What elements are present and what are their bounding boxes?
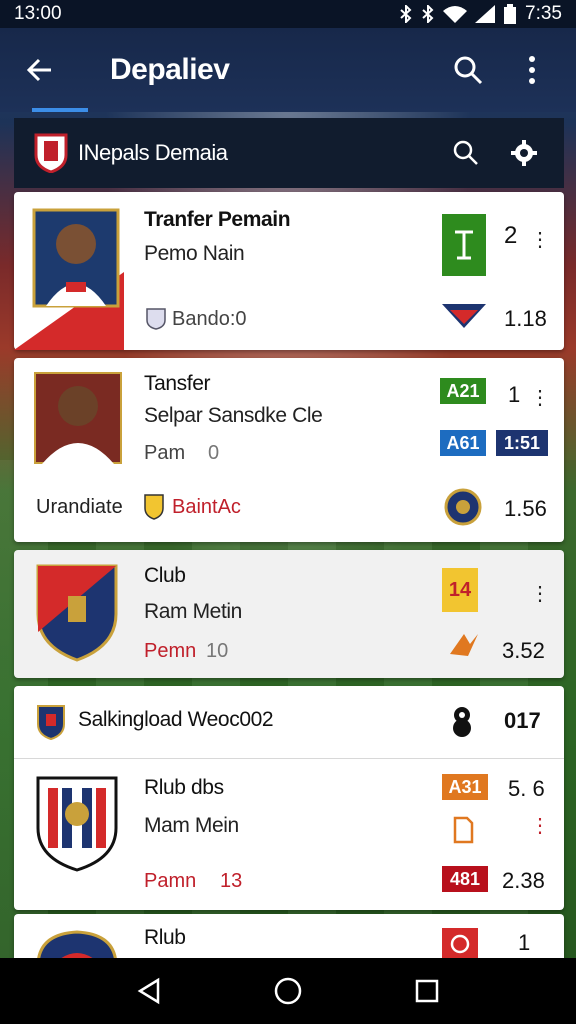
card-menu-icon[interactable]: ⋮ [530, 816, 550, 836]
document-icon [453, 816, 474, 844]
club-badge-icon [146, 308, 166, 330]
search-icon [453, 140, 478, 165]
rating-badge: A21 [440, 378, 486, 404]
list-header-title: Salkingload Weoc002 [78, 708, 274, 731]
triangle-back-icon [137, 977, 160, 1005]
section-header: INepals Demaia [14, 118, 564, 188]
club-badge-icon [144, 494, 164, 520]
card-meta-value: 13 [220, 870, 243, 892]
bluetooth-icon [422, 5, 434, 23]
nav-recent-button[interactable] [403, 967, 451, 1015]
card-meta-value: 0 [208, 442, 220, 464]
card-menu-icon[interactable]: ⋮ [530, 388, 550, 408]
transfer-card-2[interactable]: Tansfer Selpar Sansdke Cle Pam 0 A21 1 ⋮… [14, 358, 564, 542]
club-crest-icon [36, 776, 118, 872]
club-crest-icon [444, 488, 482, 526]
card-title: Tansfer [144, 372, 211, 395]
card-title: Tranfer Pemain [144, 208, 291, 231]
card-subtitle: Ram Metin [144, 600, 242, 623]
more-vert-icon [529, 56, 535, 84]
card-meta-label: Pemn [144, 640, 197, 662]
card-subtitle: Pemo Nain [144, 242, 245, 265]
rating-badge: A31 [442, 774, 488, 800]
tab-indicator [32, 108, 88, 112]
section-title: INepals Demaia [78, 140, 228, 165]
divider [14, 758, 564, 759]
card-value: 5. 6 [508, 776, 545, 801]
club-list-card[interactable]: Salkingload Weoc002 017 Rlub dbs Mam Mei… [14, 686, 564, 910]
card-bottom-club: BaintAc [172, 496, 241, 518]
card-bottom-label: Urandiate [36, 496, 123, 518]
player-photo [14, 208, 124, 350]
system-nav-bar [0, 958, 576, 1024]
card-count: 1 [518, 930, 531, 955]
settings-button[interactable] [504, 133, 544, 173]
club-crest-icon [34, 133, 68, 173]
status-time-left: 13:00 [14, 3, 62, 24]
more-options-button[interactable] [510, 48, 554, 92]
time-badge: 1:51 [496, 430, 548, 456]
card-score: 1.18 [504, 306, 547, 331]
card-title: Rlub [144, 926, 186, 949]
team-flag-icon [442, 304, 486, 328]
shirt-icon [455, 230, 473, 260]
status-icons: 7:35 [399, 3, 562, 25]
nav-home-button[interactable] [264, 967, 312, 1015]
club-crest-icon [37, 705, 65, 740]
list-header-value: 017 [504, 708, 541, 733]
arrow-left-icon [26, 58, 51, 82]
card-title: Club [144, 564, 186, 587]
club-card[interactable]: Club Ram Metin Pemn 10 14 ⋮ 3.52 [14, 550, 564, 678]
card-count: 1 [508, 382, 521, 407]
app-bar: Depaliev [0, 28, 576, 112]
page-title: Depaliev [110, 53, 230, 86]
card-meta-value: 10 [206, 640, 229, 662]
card-score: 1.56 [504, 496, 547, 521]
status-bar: 13:00 7:35 [0, 0, 576, 28]
club-card-partial[interactable]: Rlub 1 [14, 914, 564, 958]
wifi-icon [443, 6, 468, 23]
club-crest-icon [36, 564, 118, 662]
card-menu-icon[interactable]: ⋮ [530, 584, 550, 604]
kit-badge [442, 928, 478, 958]
ball-icon [453, 707, 471, 737]
gear-icon [511, 140, 537, 166]
card-meta: Bando:0 [172, 308, 247, 330]
card-meta-label: Pam [144, 442, 186, 464]
boot-icon [450, 634, 478, 656]
battery-icon [504, 4, 517, 24]
card-meta-label: Pamn [144, 870, 197, 892]
search-button[interactable] [446, 48, 490, 92]
kit-badge [442, 214, 486, 276]
section-search-button[interactable] [446, 133, 486, 173]
card-title: Rlub dbs [144, 776, 224, 799]
card-count: 2 [504, 222, 518, 249]
bluetooth-icon [400, 5, 412, 23]
signal-icon [475, 5, 496, 23]
card-score: 3.52 [502, 638, 545, 663]
stat-badge: A61 [440, 430, 486, 456]
card-subtitle: Selpar Sansdke Cle [144, 404, 323, 427]
nav-back-button[interactable] [125, 967, 173, 1015]
club-crest-icon [37, 930, 117, 958]
back-button[interactable] [22, 52, 58, 88]
search-icon [454, 56, 483, 85]
status-time-right: 7:35 [525, 3, 562, 24]
player-photo [34, 372, 122, 464]
transfer-card-1[interactable]: Tranfer Pemain Pemo Nain Bando:0 2 ⋮ 1.1… [14, 192, 564, 350]
card-menu-icon[interactable]: ⋮ [530, 230, 550, 250]
circle-home-icon [274, 977, 302, 1005]
card-score: 2.38 [502, 868, 545, 893]
card-subtitle: Mam Mein [144, 814, 239, 837]
rank-badge: 14 [442, 568, 478, 612]
square-recent-icon [415, 979, 438, 1003]
stat-badge: 481 [442, 866, 488, 892]
